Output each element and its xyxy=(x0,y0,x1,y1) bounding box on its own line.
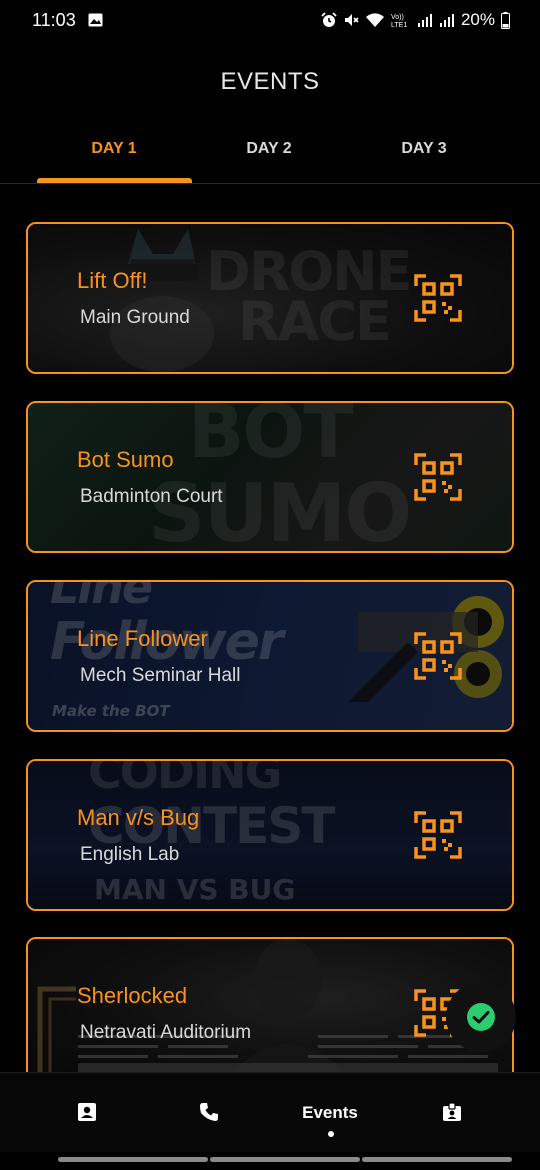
signal-icon xyxy=(439,14,454,27)
battery-icon xyxy=(501,11,510,29)
status-icons: Vo)) LTE1 20% xyxy=(321,10,510,30)
qr-code-icon[interactable] xyxy=(414,453,462,501)
event-venue: English Lab xyxy=(80,844,180,865)
event-card[interactable]: Line Follower Make the BOT Line Follower… xyxy=(26,580,514,732)
event-name: Line Follower xyxy=(77,626,208,651)
signal-icon xyxy=(417,14,432,27)
event-venue: Netravati Auditorium xyxy=(80,1022,252,1043)
tab-day-2[interactable]: DAY 2 xyxy=(192,140,346,158)
page-title: EVENTS xyxy=(220,68,320,95)
wifi-icon xyxy=(365,13,384,27)
active-tab-indicator xyxy=(37,178,192,183)
nav-events[interactable]: Events xyxy=(290,1103,370,1123)
event-list: DRONE RACE Lift Off! Main Ground BOT SUM… xyxy=(26,222,514,1072)
event-venue: Badminton Court xyxy=(80,486,223,507)
id-badge-icon[interactable] xyxy=(441,1101,463,1123)
event-card[interactable]: BOT SUMO Bot Sumo Badminton Court xyxy=(26,401,514,553)
volte-icon: Vo)) LTE1 xyxy=(391,14,407,28)
alarm-icon xyxy=(321,12,337,27)
tab-day-1[interactable]: DAY 1 xyxy=(37,140,191,158)
status-bar: 11:03 Vo)) LTE1 20% xyxy=(0,0,540,40)
phone-icon[interactable] xyxy=(198,1101,220,1123)
event-name: Man v/s Bug xyxy=(77,805,200,830)
contact-card-icon[interactable] xyxy=(76,1101,98,1123)
qr-code-icon[interactable] xyxy=(414,274,462,322)
bottom-navigation: Events xyxy=(0,1072,540,1152)
event-card[interactable]: Sherlocked Netravati Auditorium xyxy=(26,937,514,1072)
active-nav-dot xyxy=(328,1131,334,1137)
svg-text:LTE1: LTE1 xyxy=(391,22,407,28)
event-name: Sherlocked xyxy=(77,983,188,1008)
battery-percent: 20% xyxy=(460,10,495,29)
gesture-home[interactable] xyxy=(210,1157,360,1162)
event-card[interactable]: CODING CONTEST MAN VS BUG Man v/s Bug En… xyxy=(26,759,514,911)
event-venue: Mech Seminar Hall xyxy=(80,665,241,686)
image-icon xyxy=(88,13,103,27)
event-venue: Main Ground xyxy=(80,307,190,328)
qr-code-icon[interactable] xyxy=(414,811,462,859)
status-time: 11:03 xyxy=(32,10,76,30)
gesture-back[interactable] xyxy=(362,1157,512,1162)
event-name: Lift Off! xyxy=(77,268,148,293)
gesture-recents[interactable] xyxy=(58,1157,208,1162)
svg-text:Vo)): Vo)) xyxy=(391,14,404,21)
floating-check-button[interactable] xyxy=(446,982,516,1052)
tab-day-3[interactable]: DAY 3 xyxy=(347,140,501,158)
qr-code-icon[interactable] xyxy=(414,632,462,680)
day-tabs: DAY 1 DAY 2 DAY 3 xyxy=(0,130,540,184)
event-name: Bot Sumo xyxy=(77,447,174,472)
mute-icon xyxy=(344,14,359,26)
check-circle-icon xyxy=(467,1003,495,1031)
event-card[interactable]: DRONE RACE Lift Off! Main Ground xyxy=(26,222,514,374)
